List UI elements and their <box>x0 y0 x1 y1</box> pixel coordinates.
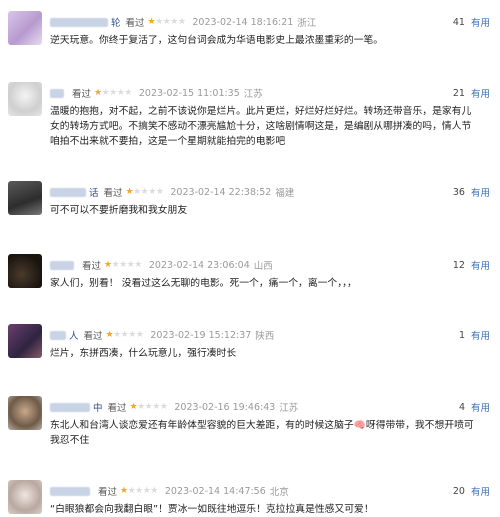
watched-label: 看过 <box>125 18 145 29</box>
timestamp: 2023-02-14 22:38:52 <box>170 186 272 198</box>
vote-count: 36 <box>452 186 465 198</box>
rating-stars: ★★★★★ <box>105 330 144 340</box>
username[interactable]: 话 <box>50 185 99 199</box>
vote-area: 4 有用 <box>458 400 490 415</box>
username[interactable]: 人 <box>50 328 79 342</box>
avatar[interactable] <box>8 324 42 358</box>
vote-area: 1 有用 <box>458 328 490 343</box>
timestamp: 2023-02-14 23:06:04 <box>148 259 250 271</box>
location: 江苏 <box>243 89 263 100</box>
timestamp: 2023-02-19 15:12:37 <box>150 329 252 341</box>
location: 山西 <box>253 261 273 272</box>
review-list: 轮 看过 ★★★★★ 2023-02-14 18:16:21 浙江 41 有用 … <box>0 0 500 517</box>
review-meta: 看过 ★★★★★ 2023-02-14 23:06:04 山西 <box>50 258 273 272</box>
location: 江苏 <box>279 403 299 414</box>
review-meta: 人 看过 ★★★★★ 2023-02-19 15:12:37 陕西 <box>50 328 274 342</box>
rating-stars: ★★★★★ <box>120 486 158 496</box>
username[interactable]: 中 <box>50 400 103 414</box>
watched-label: 看过 <box>103 188 123 199</box>
vote-area: 12 有用 <box>452 258 490 273</box>
timestamp: 2023-02-16 19:46:43 <box>174 401 276 413</box>
useful-button[interactable]: 有用 <box>471 484 490 498</box>
vote-count: 41 <box>452 16 465 28</box>
username[interactable]: 轮 <box>50 15 121 29</box>
username[interactable] <box>50 486 93 496</box>
review-text: 烂片，东拼西凑，什么玩意儿，强行凑时长 <box>50 348 237 359</box>
useful-button[interactable]: 有用 <box>471 328 490 342</box>
vote-area: 20 有用 <box>452 484 490 499</box>
avatar[interactable] <box>8 181 42 215</box>
review-text: 可不可以不要折磨我和我女朋友 <box>50 205 188 216</box>
review-meta: 轮 看过 ★★★★★ 2023-02-14 18:16:21 浙江 <box>50 15 316 29</box>
vote-count: 21 <box>452 87 465 99</box>
location: 浙江 <box>297 18 317 29</box>
review-text: 东北人和台湾人谈恋爱还有年龄体型容貌的巨大差距，有的时候这脑子🧠呀得带带，我不想… <box>50 420 474 446</box>
timestamp: 2023-02-14 14:47:56 <box>164 485 266 497</box>
useful-button[interactable]: 有用 <box>471 86 490 100</box>
username[interactable] <box>50 88 67 98</box>
location: 福建 <box>275 188 295 199</box>
rating-stars: ★★★★★ <box>94 88 132 98</box>
review-meta: 看过 ★★★★★ 2023-02-15 11:01:35 江苏 <box>50 86 263 100</box>
vote-count: 4 <box>458 401 465 413</box>
avatar[interactable] <box>8 396 42 430</box>
location: 北京 <box>269 487 289 498</box>
review-meta: 中 看过 ★★★★★ 2023-02-16 19:46:43 江苏 <box>50 400 298 414</box>
timestamp: 2023-02-15 11:01:35 <box>138 87 240 99</box>
rating-stars: ★★★★★ <box>104 260 142 270</box>
watched-label: 看过 <box>107 403 127 414</box>
avatar[interactable] <box>8 480 42 514</box>
review-text: 逆天玩意。你终于复活了，这句台词会成为华语电影史上最浓墨重彩的一笔。 <box>50 35 384 46</box>
vote-count: 12 <box>452 259 465 271</box>
vote-area: 41 有用 <box>452 15 490 30</box>
review-text: 温暖的抱抱，对不起，之前不该说你是烂片。此片更烂，好烂好烂好烂。转场还带音乐，是… <box>50 106 472 147</box>
watched-label: 看过 <box>72 89 92 100</box>
avatar[interactable] <box>8 254 42 288</box>
useful-button[interactable]: 有用 <box>471 15 490 29</box>
useful-button[interactable]: 有用 <box>471 258 490 272</box>
rating-stars: ★★★★★ <box>129 402 168 412</box>
timestamp: 2023-02-14 18:16:21 <box>192 16 294 28</box>
vote-area: 21 有用 <box>452 86 490 101</box>
vote-count: 1 <box>458 329 465 341</box>
useful-button[interactable]: 有用 <box>471 185 490 199</box>
rating-stars: ★★★★★ <box>147 17 186 27</box>
watched-label: 看过 <box>98 487 118 498</box>
rating-stars: ★★★★★ <box>125 187 164 197</box>
watched-label: 看过 <box>83 331 103 342</box>
vote-count: 20 <box>452 485 465 497</box>
review-text: “白眼狼都会向我翻白眼”！贾冰一如既往地逗乐！克拉拉真是性感又可爱！ <box>50 504 374 515</box>
review-meta: 话 看过 ★★★★★ 2023-02-14 22:38:52 福建 <box>50 185 294 199</box>
vote-area: 36 有用 <box>452 185 490 200</box>
avatar[interactable] <box>8 82 42 116</box>
review-text: 家人们，别看！ 没看过这么无聊的电影。死一个，痛一个，离一个，，， <box>50 278 357 289</box>
useful-button[interactable]: 有用 <box>471 400 490 414</box>
location: 陕西 <box>255 331 275 342</box>
username[interactable] <box>50 260 77 270</box>
avatar[interactable] <box>8 11 42 45</box>
review-meta: 看过 ★★★★★ 2023-02-14 14:47:56 北京 <box>50 484 289 498</box>
watched-label: 看过 <box>82 261 102 272</box>
